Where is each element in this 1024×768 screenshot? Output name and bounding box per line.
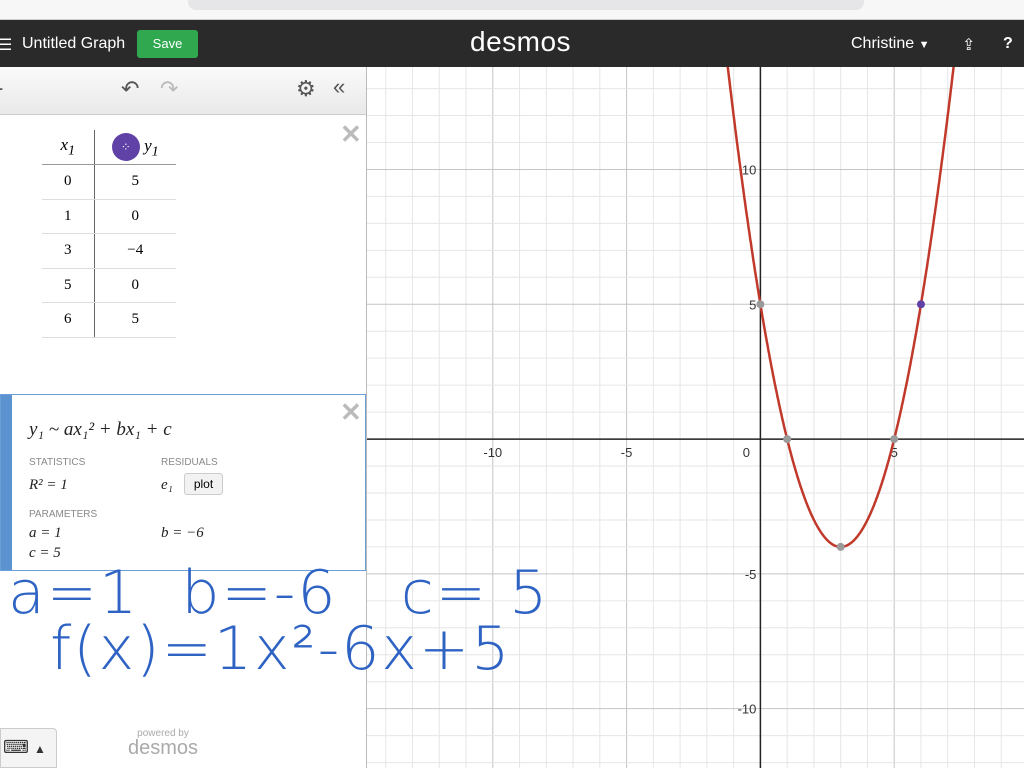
cell[interactable]: 0: [94, 268, 176, 303]
cell[interactable]: 5: [94, 302, 176, 338]
cell[interactable]: −4: [94, 233, 176, 269]
regression-input[interactable]: y₁ ~ ax₁² + bx₁ + c: [29, 419, 172, 441]
y-tick-label: 5: [749, 297, 756, 312]
data-table: x1 ⁘ y1 05 10 3 −4 50 65: [42, 130, 176, 338]
powered-by-desmos[interactable]: powered by desmos: [128, 728, 199, 759]
cell[interactable]: 0: [42, 164, 95, 200]
powered-by-brand: desmos: [128, 737, 199, 759]
share-icon[interactable]: ⇪: [962, 35, 975, 55]
add-icon[interactable]: -: [0, 75, 3, 101]
desmos-logo: desmos: [470, 26, 572, 57]
cell[interactable]: 5: [42, 268, 95, 303]
cell[interactable]: 5: [94, 164, 176, 200]
statistics-label: STATISTICS: [29, 457, 86, 468]
handwritten-annotation: a=1 b=-6 c= 5 f(x)=1x²-6x+5: [8, 558, 550, 684]
url-bar[interactable]: [188, 0, 864, 10]
point-style-icon[interactable]: ⁘: [111, 133, 140, 161]
y-tick-label: -5: [745, 567, 757, 582]
cell[interactable]: 0: [94, 199, 176, 234]
delete-table-icon[interactable]: ✕: [340, 119, 362, 150]
data-point: [836, 542, 845, 551]
data-point: [890, 435, 899, 444]
table-row: 3 −4: [42, 233, 176, 269]
handwritten-line-2: f(x)=1x²-6x+5: [8, 614, 512, 684]
table-row: 10: [42, 199, 176, 234]
residual-variable: e₁: [161, 477, 173, 493]
help-icon[interactable]: ?: [1003, 35, 1013, 53]
redo-icon[interactable]: ↷: [160, 76, 178, 102]
x-tick-label: 0: [743, 445, 750, 460]
graph-title[interactable]: Untitled Graph: [22, 35, 125, 53]
top-bar: ☰ Untitled Graph Save desmos Christine ▼…: [0, 20, 1024, 67]
menu-icon[interactable]: ☰: [0, 35, 12, 55]
user-name: Christine: [851, 35, 915, 52]
parameter-b: b = −6: [161, 525, 204, 541]
keyboard-toggle[interactable]: ⌨ ▲: [0, 728, 57, 768]
y-tick-label: -10: [738, 702, 757, 717]
delete-expression-icon[interactable]: ✕: [340, 397, 362, 428]
undo-icon[interactable]: ↶: [121, 76, 139, 102]
save-button[interactable]: Save: [137, 30, 198, 58]
residuals-label: RESIDUALS: [161, 457, 218, 468]
collapse-panel-icon[interactable]: «: [333, 74, 345, 100]
panel-toolbar: - ↶ ↷ ⚙ «: [0, 67, 366, 115]
browser-chrome: [0, 0, 1024, 20]
r-squared-value: R² = 1: [29, 477, 68, 493]
parameter-a: a = 1: [29, 525, 62, 541]
column-header-x1[interactable]: x1: [42, 130, 95, 165]
keyboard-icon: ⌨: [3, 737, 29, 757]
cell[interactable]: 6: [42, 302, 95, 338]
table-row: 50: [42, 268, 176, 303]
data-point: [783, 435, 792, 444]
regression-expression[interactable]: ✕ y₁ ~ ax₁² + bx₁ + c STATISTICS R² = 1 …: [0, 394, 366, 571]
x-tick-label: -5: [621, 445, 633, 460]
cell[interactable]: 1: [42, 199, 95, 234]
x-tick-label: -10: [483, 445, 502, 460]
table-row: 65: [42, 302, 176, 338]
plot-residuals-button[interactable]: plot: [184, 473, 223, 495]
data-point: [916, 300, 925, 309]
cell[interactable]: 3: [42, 233, 95, 269]
table-row: 05: [42, 164, 176, 200]
y-tick-label: 10: [742, 162, 756, 177]
caret-down-icon: ▼: [918, 39, 930, 51]
settings-gear-icon[interactable]: ⚙: [296, 76, 316, 102]
parameters-label: PARAMETERS: [29, 509, 98, 520]
column-header-y1[interactable]: ⁘ y1: [94, 130, 176, 165]
data-point: [756, 300, 765, 309]
handwritten-line-1: a=1 b=-6 c= 5: [8, 558, 550, 628]
user-menu[interactable]: Christine ▼: [851, 35, 929, 53]
expression-selected-bar: [1, 395, 12, 570]
caret-up-icon: ▲: [34, 742, 46, 756]
